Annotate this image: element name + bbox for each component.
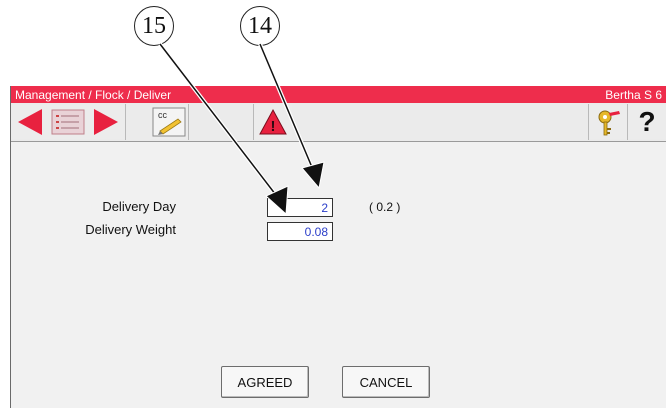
cc-button[interactable]: cc	[150, 105, 188, 139]
title-bar: Management / Flock / Deliver Bertha S 6	[11, 86, 666, 103]
delivery-weight-input[interactable]	[267, 222, 333, 241]
list-button[interactable]	[49, 105, 87, 139]
callout-15: 15	[134, 6, 174, 46]
cc-text: cc	[158, 110, 168, 120]
arrow-left-icon	[18, 109, 42, 135]
help-button[interactable]: ?	[628, 105, 666, 139]
cc-pencil-icon: cc	[152, 107, 186, 137]
alarm-button[interactable]: !	[254, 105, 292, 139]
previous-button[interactable]	[11, 105, 49, 139]
form-area: Delivery Day ( 0.2 ) Delivery Weight AGR…	[11, 142, 666, 408]
toolbar: cc ! ?	[11, 103, 666, 142]
user-name: Bertha S 6	[605, 87, 662, 102]
warning-icon: !	[259, 108, 287, 135]
delivery-weight-label: Delivery Weight	[85, 222, 176, 237]
agreed-button[interactable]: AGREED	[221, 366, 309, 398]
breadcrumb-title: Management / Flock / Deliver	[15, 87, 172, 102]
app-window: Management / Flock / Deliver Bertha S 6	[10, 86, 666, 408]
arrow-right-icon	[94, 109, 118, 135]
warning-mark: !	[271, 118, 276, 135]
keys-icon	[598, 110, 620, 136]
delivery-day-label: Delivery Day	[102, 199, 176, 214]
next-button[interactable]	[87, 105, 125, 139]
help-icon: ?	[638, 106, 656, 137]
cancel-button[interactable]: CANCEL	[342, 366, 430, 398]
keys-button[interactable]	[589, 105, 627, 139]
callout-14: 14	[240, 6, 280, 46]
list-icon	[51, 109, 85, 135]
delivery-day-input[interactable]	[267, 198, 333, 217]
delivery-day-hint: ( 0.2 )	[369, 200, 401, 214]
